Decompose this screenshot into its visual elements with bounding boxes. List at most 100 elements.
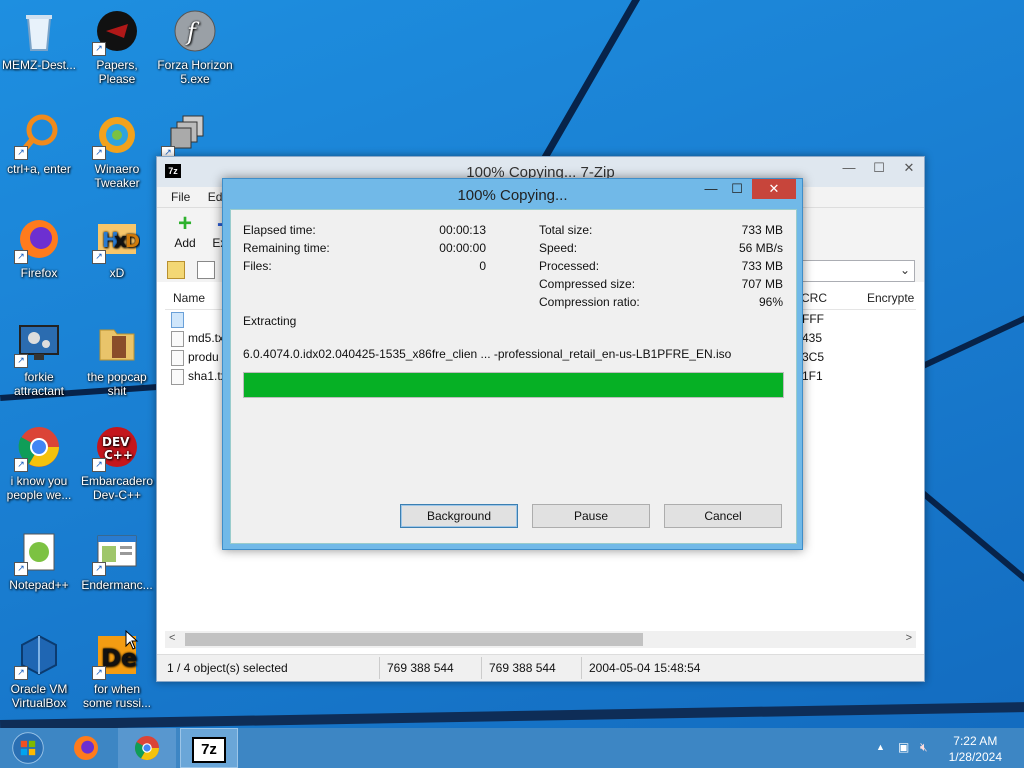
status-divider [379, 657, 380, 679]
cancel-button[interactable]: Cancel [664, 504, 782, 528]
file-name: md5.tx [188, 331, 225, 346]
dialog-body: Elapsed time: 00:00:13 Remaining time: 0… [230, 209, 797, 544]
icon-label: ctrl+a, enter [7, 162, 71, 176]
icon-label: i know you people we... [6, 474, 72, 502]
shortcut-arrow-icon: ↗ [92, 562, 106, 576]
shortcut-arrow-icon: ↗ [92, 42, 106, 56]
file-icon [171, 350, 184, 366]
icon-label: Forza Horizon 5.exe [157, 58, 233, 86]
desktop-icon-virtualbox[interactable]: ↗ Oracle VM VirtualBox [0, 632, 78, 710]
close-button[interactable]: ✕ [894, 157, 924, 179]
status-modified: 2004-05-04 15:48:54 [589, 661, 701, 675]
up-folder-icon[interactable] [167, 261, 185, 279]
address-dropdown[interactable]: ⌄ [797, 260, 915, 282]
desktop-icon-forkie[interactable]: ↗ forkie attractant [0, 320, 78, 398]
total-size-label: Total size: [539, 223, 593, 237]
files-label: Files: [243, 259, 272, 273]
status-divider [481, 657, 482, 679]
remaining-value: 00:00:00 [439, 241, 486, 255]
compression-ratio-label: Compression ratio: [539, 295, 640, 309]
column-encrypted[interactable]: Encrypte [867, 291, 914, 305]
dialog-close-button[interactable]: ✕ [752, 179, 796, 199]
windows-logo-icon [12, 732, 44, 764]
icon-label: Winaero Tweaker [94, 162, 140, 190]
desktop-icon-chrome[interactable]: ↗ i know you people we... [0, 424, 78, 502]
desktop-icon-forza[interactable]: f Forza Horizon 5.exe [156, 8, 234, 86]
file-row[interactable] [171, 312, 188, 331]
horizontal-scrollbar[interactable]: < > [165, 631, 916, 648]
taskbar-clock[interactable]: 7:22 AM 1/28/2024 [949, 733, 1002, 765]
file-row[interactable]: md5.tx [171, 331, 224, 350]
folder-icon [94, 320, 140, 366]
add-button[interactable]: + Add [165, 212, 205, 251]
scroll-left-icon[interactable]: < [169, 632, 175, 644]
network-icon[interactable]: ▣ [898, 740, 909, 754]
recycle-bin-icon [16, 8, 62, 54]
flash-icon: f [172, 8, 218, 54]
dialog-titlebar[interactable]: 100% Copying... — ☐ ✕ [223, 179, 802, 209]
shortcut-arrow-icon: ↗ [14, 458, 28, 472]
desktop-icon-ctrl-a-enter[interactable]: ↗ ctrl+a, enter [0, 112, 78, 176]
background-button[interactable]: Background [400, 504, 518, 528]
clock-date: 1/28/2024 [948, 750, 1002, 764]
desktop-icon-papers-please[interactable]: ↗ Papers, Please [78, 8, 156, 86]
desktop-icon-popcap[interactable]: the popcap shit [78, 320, 156, 398]
sevenzip-taskbar-icon: 7z [192, 737, 226, 763]
compression-ratio-value: 96% [758, 295, 783, 309]
pause-button[interactable]: Pause [532, 504, 650, 528]
winaero-icon: ↗ [92, 112, 140, 160]
current-file-path: 6.0.4074.0.idx02.040425-1535_x86fre_clie… [243, 347, 732, 361]
start-button[interactable] [0, 728, 56, 768]
tray-expand-icon[interactable]: ▲ [876, 742, 885, 752]
icon-label: Notepad++ [9, 578, 69, 592]
volume-muted-icon[interactable]: 🔇︎ [920, 740, 928, 755]
minimize-button[interactable]: — [834, 157, 864, 179]
shortcut-arrow-icon: ↗ [14, 354, 28, 368]
desktop-icon-xd[interactable]: HxD ↗ xD [78, 216, 156, 280]
file-row[interactable]: produ [171, 350, 219, 369]
icon-label: Oracle VM VirtualBox [10, 682, 68, 710]
elapsed-label: Elapsed time: [243, 223, 316, 237]
taskbar-7zip[interactable]: 7z [180, 728, 238, 768]
remaining-label: Remaining time: [243, 241, 330, 255]
maximize-button[interactable]: ☐ [864, 157, 894, 179]
desktop-icon-recycle-bin[interactable]: MEMZ-Dest... [0, 8, 78, 72]
total-size-value: 733 MB [741, 223, 783, 237]
desktop-icon-endermanch[interactable]: ↗ Endermanc... [78, 528, 156, 592]
desktop-icon-firefox[interactable]: ↗ Firefox [0, 216, 78, 280]
folder-up-icon [171, 312, 184, 328]
dialog-maximize-button[interactable]: ☐ [724, 179, 750, 199]
column-name[interactable]: Name [173, 291, 205, 305]
menu-file[interactable]: File [171, 190, 190, 204]
taskbar-chrome[interactable] [118, 728, 176, 768]
desktop-icon-dev-cpp[interactable]: DEV C++ ↗ Embarcadero Dev-C++ [78, 424, 156, 502]
desktop-icon-stack[interactable]: ↗ [156, 112, 216, 162]
speed-value: 56 MB/s [738, 241, 783, 255]
desktop-icon-winaero[interactable]: ↗ Winaero Tweaker [78, 112, 156, 190]
file-name: produ [188, 350, 219, 365]
scroll-thumb[interactable] [185, 633, 643, 646]
speed-label: Speed: [539, 241, 578, 255]
shortcut-arrow-icon: ↗ [14, 146, 28, 160]
dev-cpp-icon: DEV C++ ↗ [92, 424, 140, 472]
desktop-icon-for-when[interactable]: De ↗ for when some russi... [78, 632, 156, 710]
file-row[interactable]: sha1.tx [171, 369, 227, 388]
processed-label: Processed: [539, 259, 600, 273]
shortcut-arrow-icon: ↗ [92, 146, 106, 160]
column-crc[interactable]: CRC [801, 291, 827, 305]
operation-label: Extracting [243, 314, 297, 328]
shortcut-arrow-icon: ↗ [14, 666, 28, 680]
desktop-icon-notepad-plus-plus[interactable]: ↗ Notepad++ [0, 528, 78, 592]
compressed-size-label: Compressed size: [539, 277, 636, 291]
file-icon [171, 331, 184, 347]
folders-icon[interactable] [197, 261, 215, 279]
file-name: sha1.tx [188, 369, 227, 384]
icon-label: Endermanc... [81, 578, 153, 592]
svg-text:DEV: DEV [102, 435, 130, 449]
file-icon [171, 369, 184, 385]
chevron-down-icon: ⌄ [899, 263, 910, 277]
taskbar-firefox[interactable] [58, 728, 114, 768]
icon-label: MEMZ-Dest... [2, 58, 76, 72]
scroll-right-icon[interactable]: > [906, 632, 912, 644]
dialog-minimize-button[interactable]: — [698, 179, 724, 199]
